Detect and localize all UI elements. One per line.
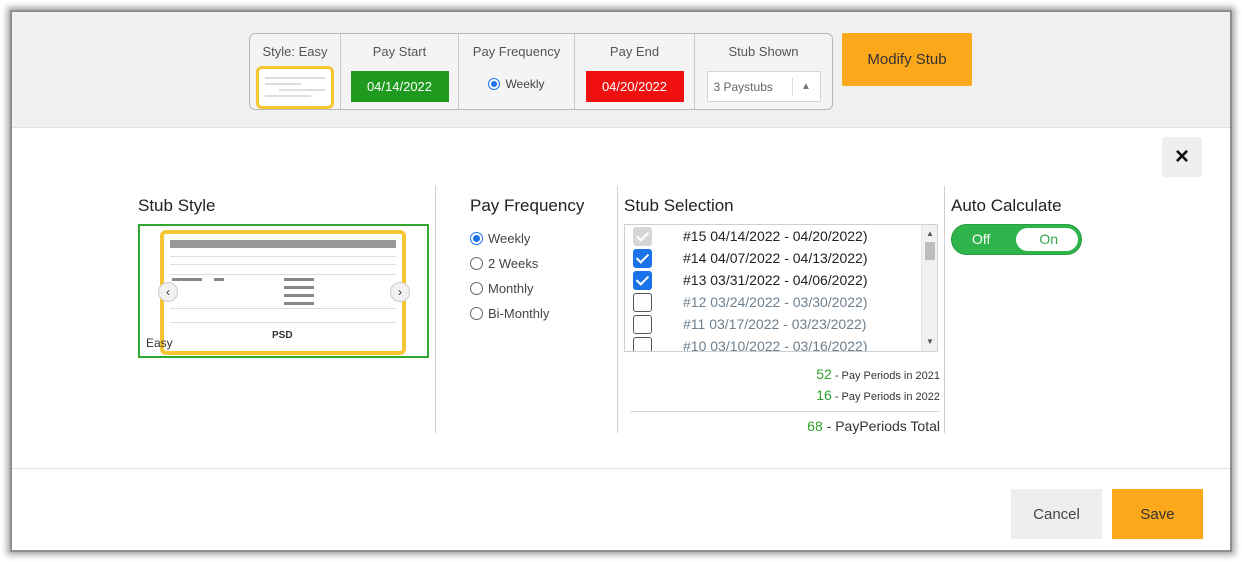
radio-selected-icon <box>470 232 483 245</box>
save-button[interactable]: Save <box>1112 489 1203 539</box>
frequency-option-label: Weekly <box>488 231 531 246</box>
list-item[interactable]: #14 04/07/2022 - 04/13/2022) <box>625 247 923 269</box>
auto-calculate-title: Auto Calculate <box>951 196 1062 215</box>
frequency-option-2-weeks[interactable]: 2 Weeks <box>470 251 549 276</box>
summary-pay-end-header: Pay End <box>609 44 660 59</box>
checkbox-icon[interactable] <box>633 292 652 312</box>
radio-icon <box>470 282 483 295</box>
list-scrollbar[interactable]: ▲ ▼ <box>921 225 937 351</box>
pay-start-value: 04/14/2022 <box>350 71 449 102</box>
frequency-option-label: 2 Weeks <box>488 256 539 271</box>
stub-label: #11 03/17/2022 - 03/23/2022) <box>683 316 867 332</box>
summary-frequency-label: Weekly <box>505 77 545 91</box>
stub-selection-title: Stub Selection <box>624 196 734 215</box>
summary-pay-frequency-cell: Pay Frequency Weekly <box>459 34 575 109</box>
select-arrows-icon: ▲ <box>791 78 820 96</box>
style-caption: Easy <box>146 336 173 350</box>
cancel-button[interactable]: Cancel <box>1011 489 1102 539</box>
stub-style-preview[interactable]: PSD ‹ › Easy <box>138 224 429 358</box>
scroll-thumb[interactable] <box>925 242 935 260</box>
checkbox-icon[interactable] <box>633 336 652 351</box>
periods-total: 68 - PayPeriods Total <box>807 418 940 436</box>
toggle-on-label: On <box>1039 231 1058 247</box>
summary-pay-start-cell: Pay Start 04/14/2022 <box>341 34 459 109</box>
stub-label: #12 03/24/2022 - 03/30/2022) <box>683 294 868 310</box>
periods-2022-label: - Pay Periods in 2022 <box>831 391 940 403</box>
periods-2021-label: - Pay Periods in 2021 <box>831 370 940 382</box>
checkbox-checked-icon[interactable] <box>633 270 652 290</box>
checkbox-icon[interactable] <box>633 314 652 334</box>
stub-shown-value: 3 Paystubs <box>713 79 773 94</box>
stub-label: #10 03/10/2022 - 03/16/2022) <box>683 338 868 352</box>
stub-label: #13 03/31/2022 - 04/06/2022) <box>683 272 868 288</box>
summary-pay-end-cell: Pay End 04/20/2022 <box>575 34 695 109</box>
summary-pay-start-header: Pay Start <box>372 44 427 59</box>
scroll-up-icon[interactable]: ▲ <box>922 227 937 241</box>
periods-2022: 16 - Pay Periods in 2022 <box>816 387 940 405</box>
next-style-icon[interactable]: › <box>390 282 410 302</box>
checkbox-disabled-icon <box>633 226 652 246</box>
summary-style-cell: Style: Easy <box>250 34 341 109</box>
stub-logo: PSD <box>272 330 293 341</box>
summary-stub-shown-cell: Stub Shown 3 Paystubs ▲ <box>695 34 832 109</box>
frequency-option-monthly[interactable]: Monthly <box>470 276 549 301</box>
modify-stub-button[interactable]: Modify Stub <box>842 33 972 86</box>
scroll-down-icon[interactable]: ▼ <box>922 335 937 349</box>
divider <box>630 411 940 412</box>
auto-calculate-toggle[interactable]: Off On <box>951 224 1082 255</box>
summary-frequency-radio: Weekly <box>488 77 545 91</box>
stub-summary: Style: Easy Pay Start 04/14/2022 Pay Fre… <box>249 33 833 110</box>
pay-frequency-options: Weekly 2 Weeks Monthly Bi-Monthly <box>470 226 549 326</box>
style-thumbnail[interactable] <box>256 65 334 109</box>
divider <box>617 186 618 433</box>
periods-2021: 52 - Pay Periods in 2021 <box>816 366 940 384</box>
radio-icon <box>470 257 483 270</box>
stub-selection-list[interactable]: #15 04/14/2022 - 04/20/2022) #14 04/07/2… <box>624 224 938 352</box>
modify-stub-dialog: Style: Easy Pay Start 04/14/2022 Pay Fre… <box>10 10 1232 552</box>
list-item[interactable]: #10 03/10/2022 - 03/16/2022) <box>625 335 923 352</box>
radio-selected-icon <box>488 78 501 90</box>
stub-style-title: Stub Style <box>138 196 216 215</box>
periods-total-count: 68 <box>807 418 823 434</box>
stub-label: #15 04/14/2022 - 04/20/2022) <box>683 228 868 244</box>
frequency-option-weekly[interactable]: Weekly <box>470 226 549 251</box>
summary-style-header: Style: Easy <box>262 44 328 59</box>
list-item[interactable]: #12 03/24/2022 - 03/30/2022) <box>625 291 923 313</box>
summary-bar: Style: Easy Pay Start 04/14/2022 Pay Fre… <box>12 12 1230 128</box>
frequency-option-bi-monthly[interactable]: Bi-Monthly <box>470 301 549 326</box>
periods-2022-count: 16 <box>816 387 832 403</box>
checkbox-checked-icon[interactable] <box>633 248 652 268</box>
close-icon[interactable]: × <box>1162 137 1202 177</box>
divider <box>944 186 945 433</box>
prev-style-icon[interactable]: ‹ <box>158 282 178 302</box>
list-item[interactable]: #13 03/31/2022 - 04/06/2022) <box>625 269 923 291</box>
toggle-off-label: Off <box>972 231 991 247</box>
divider <box>435 186 436 433</box>
radio-icon <box>470 307 483 320</box>
periods-total-label: - PayPeriods Total <box>822 418 940 434</box>
list-item[interactable]: #15 04/14/2022 - 04/20/2022) <box>625 225 923 247</box>
summary-pay-frequency-header: Pay Frequency <box>472 44 561 59</box>
footer-divider <box>12 468 1230 469</box>
pay-frequency-title: Pay Frequency <box>470 196 585 215</box>
stub-shown-select[interactable]: 3 Paystubs ▲ <box>706 71 821 102</box>
frequency-option-label: Bi-Monthly <box>488 306 550 321</box>
stub-preview-image: PSD <box>160 230 406 355</box>
pay-end-value: 04/20/2022 <box>585 71 684 102</box>
periods-2021-count: 52 <box>816 366 832 382</box>
frequency-option-label: Monthly <box>488 281 534 296</box>
summary-stub-shown-header: Stub Shown <box>728 44 799 59</box>
list-item[interactable]: #11 03/17/2022 - 03/23/2022) <box>625 313 923 335</box>
stub-label: #14 04/07/2022 - 04/13/2022) <box>683 250 868 266</box>
